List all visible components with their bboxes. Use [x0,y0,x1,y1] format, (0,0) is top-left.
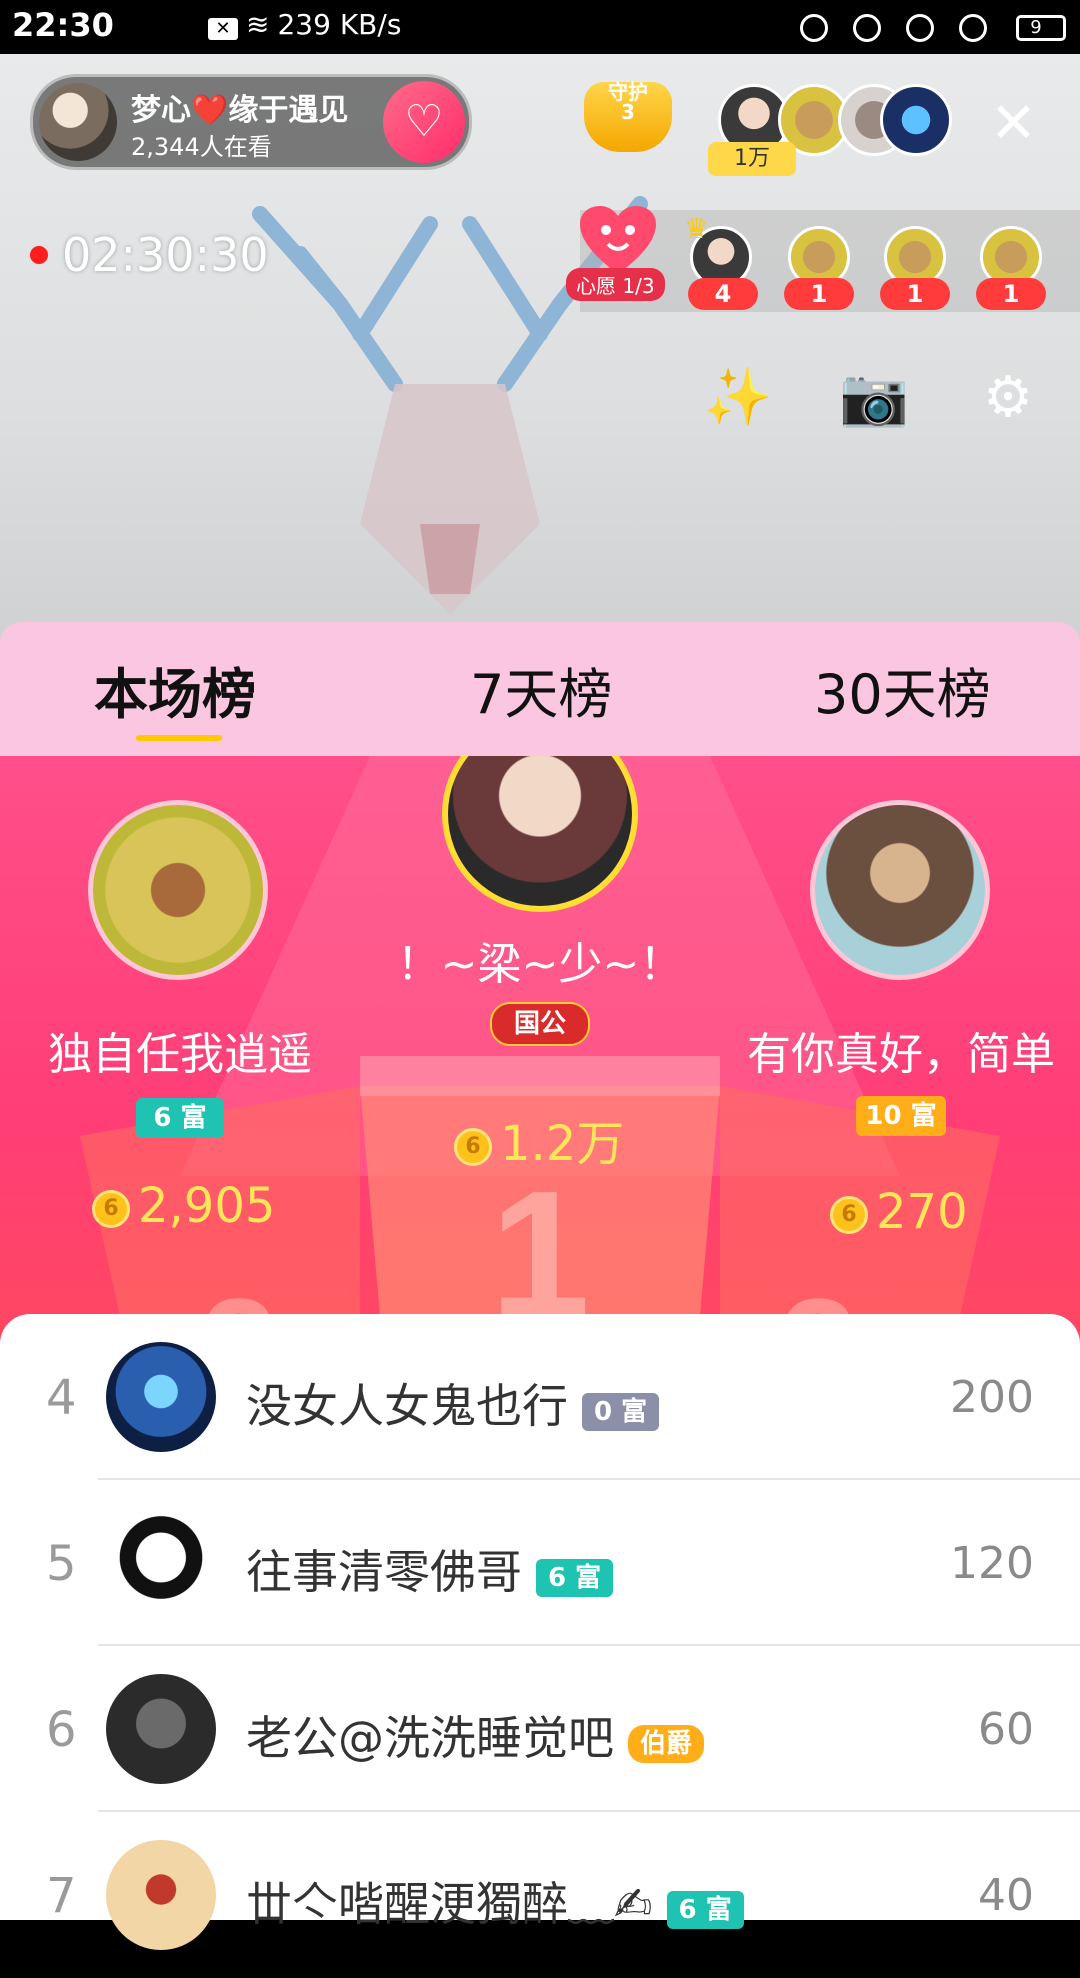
camera-flip-icon[interactable]: 📷 [838,362,910,434]
wish-progress-label[interactable]: 心愿 1/3 [566,268,665,301]
list-avatar[interactable] [106,1840,216,1950]
list-rank: 7 [46,1868,77,1924]
ranking-list: 4 没女人女鬼也行 0 富 200 5 往事清零佛哥 6 富 120 6 老公@洗洗… [0,1314,1080,1950]
status-bar: 22:30 ✕ ≋ 239 KB/s 9 [0,0,1080,54]
rich-level-badge: 0 富 [582,1393,660,1431]
tab-this-session[interactable]: 本场榜 [94,650,256,729]
list-name: 往事清零佛哥 6 富 [246,1536,614,1602]
host-avatar[interactable] [39,83,117,161]
host-info-pill[interactable]: 梦心❤️缘于遇见 2,344人在看 ♡ [30,74,472,170]
host-name: 梦心❤️缘于遇见 [131,93,349,128]
battery-icon: 9 [1016,15,1066,41]
rank-2-coins: 6 2,905 [92,1178,275,1234]
list-name: 丗亽喈醒浭獨醉﹏✍ 6 富 [246,1868,744,1934]
fan-count-badge: 1 [976,278,1046,310]
alarm-icon [906,14,935,42]
follow-heart-button[interactable]: ♡ [383,81,465,163]
list-item[interactable]: 4 没女人女鬼也行 0 富 200 [0,1314,1080,1480]
rank-3-badge: 10 富 [856,1096,946,1136]
list-score: 120 [950,1538,1034,1589]
close-box-icon: ✕ [208,18,238,40]
wifi-icon: ≋ [246,8,270,41]
tab-30-days[interactable]: 30天榜 [814,650,991,729]
headphones-icon [959,14,988,42]
wish-heart-icon[interactable] [578,204,658,276]
viewer-count: 2,344人在看 [131,133,272,161]
list-score: 60 [978,1704,1034,1755]
rank-1-badge: 国公 [490,1002,590,1046]
active-tab-indicator [136,735,222,741]
live-timer: 02:30:30 [62,228,269,282]
settings-gear-icon[interactable]: ⚙ [972,362,1044,434]
status-time: 22:30 [12,6,114,44]
recording-dot-icon [30,246,48,264]
rank-2-avatar[interactable] [88,800,268,980]
status-icons: 9 [794,10,1066,43]
list-rank: 4 [46,1370,77,1426]
list-item[interactable]: 6 老公@洗洗睡觉吧 伯爵 60 [0,1646,1080,1812]
top-viewer-contribution: 1万 [708,142,796,176]
crown-icon: ♛ [684,212,710,245]
list-name: 没女人女鬼也行 0 富 [246,1370,660,1436]
rich-level-badge: 6 富 [666,1891,744,1929]
list-avatar[interactable] [106,1342,216,1452]
list-rank: 6 [46,1702,77,1758]
fan-count-badge: 1 [784,278,854,310]
top-viewer-avatar[interactable] [880,84,952,156]
list-score: 40 [978,1870,1034,1921]
rank-3-avatar[interactable] [810,800,990,980]
list-score: 200 [950,1372,1034,1423]
rank-2-badge: 6 富 [136,1098,224,1138]
rich-level-badge: 6 富 [536,1559,614,1597]
mute-icon [800,14,829,42]
list-item[interactable]: 7 丗亽喈醒浭獨醉﹏✍ 6 富 40 [0,1812,1080,1978]
coin-icon: 6 [92,1190,130,1228]
rank-3-name: 有你真好，简单 [747,1029,1055,1080]
list-avatar[interactable] [106,1674,216,1784]
lock-rotation-icon [853,14,882,42]
list-avatar[interactable] [106,1508,216,1618]
coin-icon: 6 [830,1196,868,1234]
fan-count-badge: 1 [880,278,950,310]
fan-count-badge: 4 [688,278,758,310]
tab-7-days[interactable]: 7天榜 [470,650,612,729]
close-icon[interactable]: ✕ [990,96,1037,152]
list-item[interactable]: 5 往事清零佛哥 6 富 120 [0,1480,1080,1646]
network-speed: ✕ ≋ 239 KB/s [208,8,401,41]
rank-3-coins: 6 270 [830,1184,968,1240]
magic-wand-icon[interactable]: ✨ [702,362,774,434]
guard-badge[interactable]: 守护 3 [584,82,672,164]
list-name: 老公@洗洗睡觉吧 伯爵 [246,1702,705,1768]
list-rank: 5 [46,1536,77,1592]
rank-1-coins: 6 1.2万 [454,1104,624,1174]
coin-icon: 6 [454,1128,492,1166]
noble-title-badge: 伯爵 [628,1725,705,1763]
rank-2-name: 独自任我逍遥 [48,1029,312,1080]
rank-1-name: ！~梁~少~！ [396,939,684,990]
guard-crest-icon: 守护 3 [584,82,672,152]
